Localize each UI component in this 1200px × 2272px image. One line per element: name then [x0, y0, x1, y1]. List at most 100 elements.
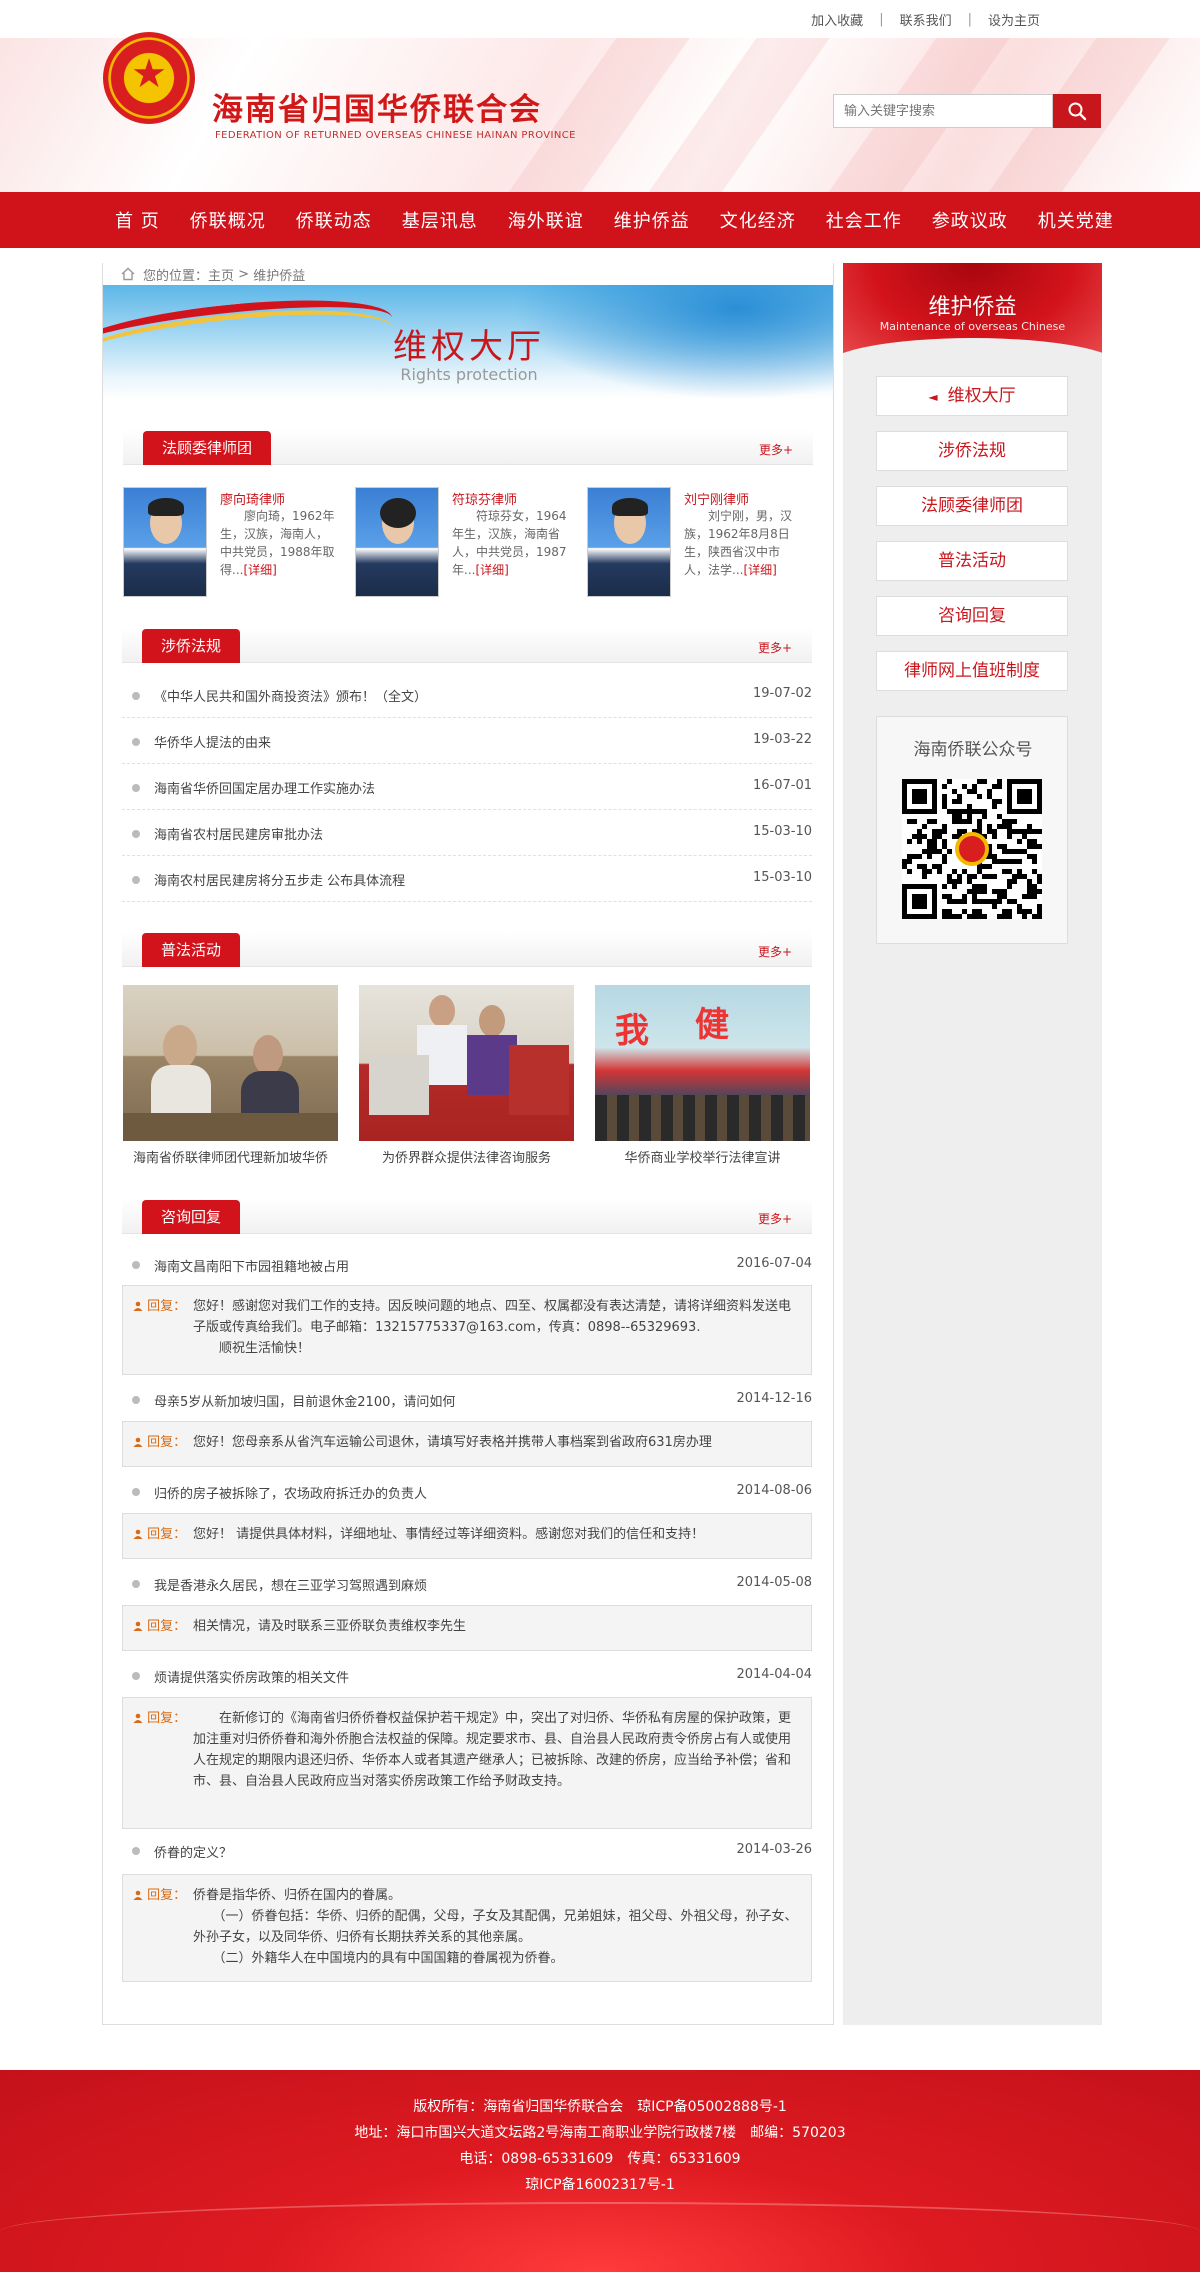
law-title[interactable]: 华侨华人提法的由来: [154, 732, 271, 751]
contact-us-link[interactable]: 联系我们: [900, 10, 952, 29]
law-list-item[interactable]: 海南省华侨回国定居办理工作实施办法 16-07-01: [122, 764, 812, 810]
bullet-icon: [132, 1396, 140, 1404]
bullet-icon: [132, 1580, 140, 1588]
question-date: 2014-08-06: [736, 1483, 812, 1498]
law-title[interactable]: 《中华人民共和国外商投资法》颁布！（全文）: [154, 686, 427, 705]
law-list-item[interactable]: 《中华人民共和国外商投资法》颁布！（全文） 19-07-02: [122, 672, 812, 718]
set-homepage-link[interactable]: 设为主页: [988, 10, 1040, 29]
nav-culture[interactable]: 文化经济: [705, 207, 811, 233]
sidebar-item-consult[interactable]: 咨询回复: [876, 596, 1068, 636]
answer-text: 相关情况，请及时联系三亚侨联负责维权李先生: [193, 1619, 467, 1634]
lawyer-name[interactable]: 刘宁刚律师: [684, 489, 749, 508]
laws-more-link[interactable]: 更多+: [758, 639, 792, 656]
activity-photo[interactable]: [123, 985, 338, 1141]
lawyer-detail-link[interactable]: [详细]: [743, 563, 776, 577]
question-title[interactable]: 海南文昌南阳下市园祖籍地被占用: [154, 1256, 349, 1275]
nav-overview[interactable]: 侨联概况: [175, 207, 281, 233]
footer-copyright: 版权所有：海南省归国华侨联合会 琼ICP备05002888号-1: [413, 2099, 787, 2115]
question-title[interactable]: 母亲5岁从新加坡归国，目前退休金2100，请问如何: [154, 1391, 455, 1410]
footer-address: 地址：海口市国兴大道文坛路2号海南工商职业学院行政楼7楼 邮编：570203: [354, 2125, 846, 2141]
star-icon: ★: [131, 51, 167, 97]
lawyers-section-title[interactable]: 法顾委律师团: [143, 431, 272, 465]
nav-social[interactable]: 社会工作: [811, 207, 917, 233]
question-item[interactable]: 母亲5岁从新加坡归国，目前退休金2100，请问如何 2014-12-16: [122, 1385, 812, 1415]
activity-caption[interactable]: 海南省侨联律师团代理新加坡华侨: [123, 1147, 338, 1166]
bullet-icon: [132, 830, 140, 838]
law-title[interactable]: 海南农村居民建房将分五步走 公布具体流程: [154, 870, 405, 889]
question-item[interactable]: 归侨的房子被拆除了，农场政府拆迁办的负责人 2014-08-06: [122, 1477, 812, 1507]
bullet-icon: [132, 784, 140, 792]
question-item[interactable]: 侨眷的定义？ 2014-03-26: [122, 1836, 812, 1866]
activity-photo[interactable]: 我 健: [595, 985, 810, 1141]
question-item[interactable]: 我是香港永久居民，想在三亚学习驾照遇到麻烦 2014-05-08: [122, 1569, 812, 1599]
breadcrumb-label: 您的位置：: [143, 268, 209, 284]
nav-home[interactable]: 首 页: [100, 207, 175, 233]
reply-label: 回复：: [133, 1432, 186, 1453]
lawyer-card: 廖向琦律师 廖向琦，1962年生，汉族，海南人，中共党员，1988年取得...[…: [123, 487, 335, 599]
consult-more-link[interactable]: 更多+: [758, 1210, 792, 1227]
add-favorite-link[interactable]: 加入收藏: [811, 10, 863, 29]
question-title[interactable]: 归侨的房子被拆除了，农场政府拆迁办的负责人: [154, 1483, 427, 1502]
nav-overseas[interactable]: 海外联谊: [493, 207, 599, 233]
law-date: 15-03-10: [752, 824, 812, 839]
activity-caption[interactable]: 为侨界群众提供法律咨询服务: [359, 1147, 574, 1166]
consult-section-title[interactable]: 咨询回复: [142, 1200, 241, 1234]
lawyer-photo[interactable]: [587, 487, 671, 597]
answer-text: 您好！ 请提供具体材料，详细地址、事情经过等详细资料。感谢您对我们的信任和支持！: [193, 1527, 705, 1542]
sidebar-item-duty-system[interactable]: 律师网上值班制度: [876, 651, 1068, 691]
law-title[interactable]: 海南省农村居民建房审批办法: [154, 824, 323, 843]
nav-news[interactable]: 侨联动态: [281, 207, 387, 233]
qr-title: 海南侨联公众号: [913, 740, 1033, 760]
question-item[interactable]: 烦请提供落实侨房政策的相关文件 2014-04-04: [122, 1661, 812, 1691]
question-date: 2014-05-08: [736, 1575, 812, 1590]
lawyer-detail-link[interactable]: [详细]: [475, 563, 508, 577]
law-list-item[interactable]: 海南省农村居民建房审批办法 15-03-10: [122, 810, 812, 856]
nav-party[interactable]: 机关党建: [1023, 207, 1129, 233]
activity-card[interactable]: 海南省侨联律师团代理新加坡华侨: [123, 985, 338, 1166]
laws-section-title[interactable]: 涉侨法规: [142, 629, 241, 663]
question-title[interactable]: 烦请提供落实侨房政策的相关文件: [154, 1667, 349, 1686]
lawyer-name[interactable]: 廖向琦律师: [220, 489, 285, 508]
question-title[interactable]: 侨眷的定义？: [154, 1842, 232, 1861]
emblem-logo[interactable]: ★: [103, 32, 195, 124]
answer-text: 您好！感谢您对我们工作的支持。因反映问题的地点、四至、权属都没有表达清楚，请将详…: [193, 1299, 792, 1356]
qr-code-icon: [902, 779, 1042, 919]
nav-rights[interactable]: 维护侨益: [599, 207, 705, 233]
nav-politics[interactable]: 参政议政: [917, 207, 1023, 233]
lawyer-name[interactable]: 符琼芬律师: [452, 489, 517, 508]
sidebar-item-activities[interactable]: 普法活动: [876, 541, 1068, 581]
sidebar-subtitle: Maintenance of overseas Chinese: [879, 320, 1066, 333]
reply-label: 回复：: [133, 1708, 186, 1729]
activities-more-link[interactable]: 更多+: [758, 943, 792, 960]
activity-card[interactable]: 为侨界群众提供法律咨询服务: [359, 985, 574, 1166]
search-bar: [833, 94, 1101, 128]
question-item[interactable]: 海南文昌南阳下市园祖籍地被占用 2016-07-04: [122, 1250, 812, 1280]
activity-caption[interactable]: 华侨商业学校举行法律宣讲: [595, 1147, 810, 1166]
sidebar-item-lawyers[interactable]: 法顾委律师团: [876, 486, 1068, 526]
question-title[interactable]: 我是香港永久居民，想在三亚学习驾照遇到麻烦: [154, 1575, 427, 1594]
user-icon: [133, 1713, 143, 1723]
law-date: 19-07-02: [752, 686, 812, 701]
law-date: 19-03-22: [752, 732, 812, 747]
law-date: 15-03-10: [752, 870, 812, 885]
lawyer-detail-link[interactable]: [详细]: [243, 563, 276, 577]
breadcrumb-home[interactable]: 主页: [208, 265, 234, 284]
search-input[interactable]: [833, 94, 1053, 128]
user-icon: [133, 1301, 143, 1311]
lawyers-more-link[interactable]: 更多+: [759, 441, 793, 458]
answer-text: 在新修订的《海南省归侨侨眷权益保护若干规定》中，突出了对归侨、华侨私有房屋的保护…: [193, 1711, 792, 1789]
law-list-item[interactable]: 华侨华人提法的由来 19-03-22: [122, 718, 812, 764]
lawyer-photo[interactable]: [123, 487, 207, 597]
activity-photo[interactable]: [359, 985, 574, 1141]
site-footer: 版权所有：海南省归国华侨联合会 琼ICP备05002888号-1 地址：海口市国…: [0, 2070, 1200, 2272]
nav-grassroots[interactable]: 基层讯息: [387, 207, 493, 233]
search-button[interactable]: [1053, 94, 1101, 128]
lawyer-photo[interactable]: [355, 487, 439, 597]
sidebar-item-laws[interactable]: 涉侨法规: [876, 431, 1068, 471]
sidebar-item-rights-hall[interactable]: ◄ 维权大厅: [876, 376, 1068, 416]
law-title[interactable]: 海南省华侨回国定居办理工作实施办法: [154, 778, 375, 797]
activity-card[interactable]: 我 健 华侨商业学校举行法律宣讲: [595, 985, 810, 1166]
activities-section-title[interactable]: 普法活动: [142, 933, 241, 967]
law-list-item[interactable]: 海南农村居民建房将分五步走 公布具体流程 15-03-10: [122, 856, 812, 902]
user-icon: [133, 1890, 143, 1900]
